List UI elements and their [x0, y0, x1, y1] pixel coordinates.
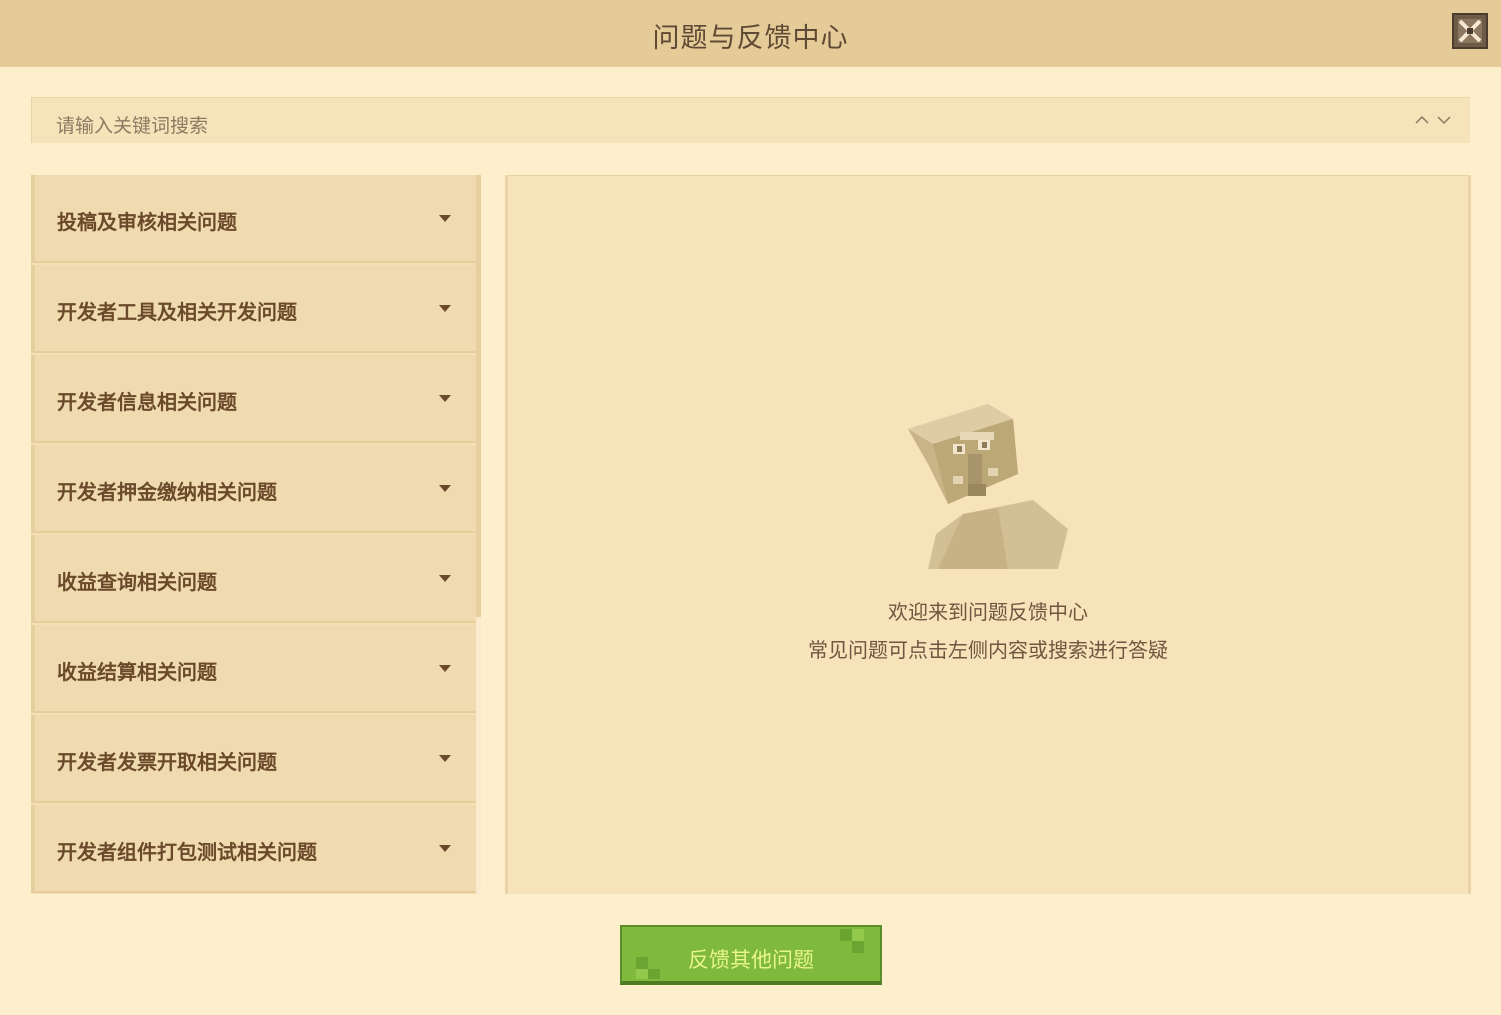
- category-label: 投稿及审核相关问题: [57, 210, 237, 234]
- caret-down-icon: [439, 305, 451, 312]
- close-button[interactable]: [1452, 13, 1488, 49]
- caret-down-icon: [439, 665, 451, 672]
- category-label: 开发者组件打包测试相关问题: [57, 840, 317, 864]
- feedback-other-button[interactable]: 反馈其他问题: [620, 925, 882, 985]
- caret-down-icon: [439, 215, 451, 222]
- caret-down-icon: [439, 485, 451, 492]
- welcome-message: 欢迎来到问题反馈中心: [888, 600, 1088, 624]
- category-label: 开发者发票开取相关问题: [57, 750, 277, 774]
- category-item[interactable]: 开发者押金缴纳相关问题: [31, 445, 476, 533]
- category-label: 开发者工具及相关开发问题: [57, 300, 297, 324]
- feedback-button-label: 反馈其他问题: [688, 948, 814, 972]
- caret-down-icon: [439, 575, 451, 582]
- scrollbar-thumb[interactable]: [476, 175, 481, 617]
- chevron-down-icon: [1437, 116, 1451, 125]
- category-label: 收益结算相关问题: [57, 660, 217, 684]
- category-item[interactable]: 开发者发票开取相关问题: [31, 715, 476, 803]
- category-item[interactable]: 收益查询相关问题: [31, 535, 476, 623]
- category-item[interactable]: 开发者组件打包测试相关问题: [31, 805, 476, 893]
- category-item[interactable]: 投稿及审核相关问题: [31, 175, 476, 263]
- search-input[interactable]: 请输入关键词搜索: [31, 97, 1470, 143]
- caret-down-icon: [439, 395, 451, 402]
- caret-down-icon: [439, 845, 451, 852]
- search-placeholder: 请输入关键词搜索: [56, 115, 209, 137]
- answer-panel: 欢迎来到问题反馈中心 常见问题可点击左侧内容或搜索进行答疑: [505, 175, 1471, 894]
- hint-message: 常见问题可点击左侧内容或搜索进行答疑: [808, 638, 1168, 662]
- category-label: 开发者信息相关问题: [57, 390, 237, 414]
- close-icon: [1458, 19, 1482, 43]
- category-item[interactable]: 收益结算相关问题: [31, 625, 476, 713]
- search-nav: [1414, 110, 1454, 130]
- caret-down-icon: [439, 755, 451, 762]
- category-label: 开发者押金缴纳相关问题: [57, 480, 277, 504]
- chevron-up-icon: [1415, 115, 1429, 124]
- category-item[interactable]: 开发者信息相关问题: [31, 355, 476, 443]
- category-label: 收益查询相关问题: [57, 570, 217, 594]
- feedback-center-window: 问题与反馈中心 请输入关键词搜索 投稿及审核相关问题 开发者工具及相关开发问题 …: [0, 0, 1501, 1015]
- category-item[interactable]: 开发者工具及相关开发问题: [31, 265, 476, 353]
- villager-mascot-image: [908, 404, 1068, 569]
- window-title: 问题与反馈中心: [652, 23, 849, 54]
- title-bar: 问题与反馈中心: [0, 0, 1501, 67]
